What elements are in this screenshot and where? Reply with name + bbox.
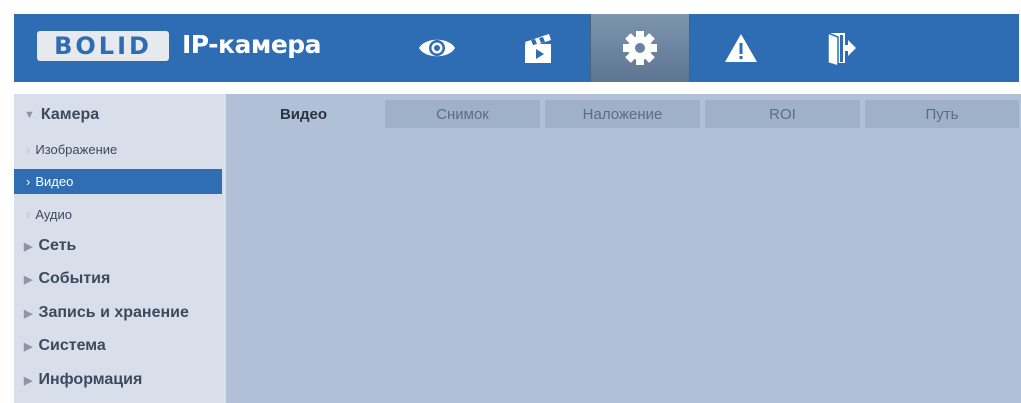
nav-playback[interactable]	[488, 14, 588, 82]
sidebar-item-label: Видео	[35, 174, 74, 189]
triangle-right-icon: ▶	[24, 240, 33, 253]
product-title: IP-камера	[182, 30, 322, 59]
chevron-right-icon: ›	[26, 141, 31, 157]
tab-bar: Видео Снимок Наложение ROI Путь	[226, 100, 1021, 128]
triangle-right-icon: ▶	[24, 340, 33, 353]
sidebar-item-label: Камера	[40, 106, 100, 123]
sidebar-item-label: События	[38, 270, 111, 287]
sidebar-item-audio[interactable]: › Аудио	[14, 201, 222, 227]
triangle-right-icon: ▶	[24, 374, 33, 387]
logo-text: BOLID	[54, 32, 152, 60]
sidebar-item-camera[interactable]: ▼ Камера	[14, 102, 222, 128]
sidebar-item-label: Информация	[38, 371, 143, 388]
triangle-right-icon: ▶	[24, 307, 33, 320]
sidebar: ▼ Камера › Изображение › Видео › Аудио ▶…	[14, 94, 226, 403]
tab-video[interactable]: Видео	[226, 100, 381, 128]
chevron-right-icon: ›	[26, 174, 31, 189]
sidebar-item-video[interactable]: › Видео	[14, 169, 222, 194]
nav-settings[interactable]	[590, 14, 690, 82]
sidebar-item-system[interactable]: ▶ Система	[14, 333, 222, 359]
eye-icon	[419, 39, 455, 57]
gear-icon	[623, 31, 657, 65]
bolid-logo: BOLID	[37, 31, 169, 61]
sidebar-item-label: Система	[38, 337, 106, 354]
sidebar-item-label: Сеть	[38, 237, 77, 254]
sidebar-item-label: Запись и хранение	[38, 304, 189, 321]
sidebar-item-network[interactable]: ▶ Сеть	[14, 233, 222, 259]
triangle-down-icon: ▼	[24, 109, 35, 121]
top-header: BOLID IP-камера	[14, 14, 1019, 82]
warning-icon	[725, 34, 757, 62]
sidebar-item-events[interactable]: ▶ События	[14, 266, 222, 292]
sidebar-item-info[interactable]: ▶ Информация	[14, 367, 222, 393]
sidebar-item-label: Изображение	[35, 141, 118, 157]
nav-alarm[interactable]	[691, 14, 791, 82]
exit-icon	[827, 31, 856, 66]
triangle-right-icon: ▶	[24, 273, 33, 286]
tab-snapshot[interactable]: Снимок	[385, 100, 540, 128]
sidebar-item-image[interactable]: › Изображение	[14, 136, 222, 162]
sidebar-item-label: Аудио	[35, 206, 73, 222]
clapperboard-icon	[525, 34, 551, 63]
content-panel: Видео Снимок Наложение ROI Путь	[226, 94, 1021, 403]
tab-path[interactable]: Путь	[865, 100, 1019, 128]
nav-logout[interactable]	[791, 14, 891, 82]
nav-live-view[interactable]	[387, 14, 487, 82]
tab-overlay[interactable]: Наложение	[545, 100, 700, 128]
chevron-right-icon: ›	[26, 206, 31, 222]
sidebar-item-storage[interactable]: ▶ Запись и хранение	[14, 300, 222, 326]
tab-roi[interactable]: ROI	[705, 100, 860, 128]
